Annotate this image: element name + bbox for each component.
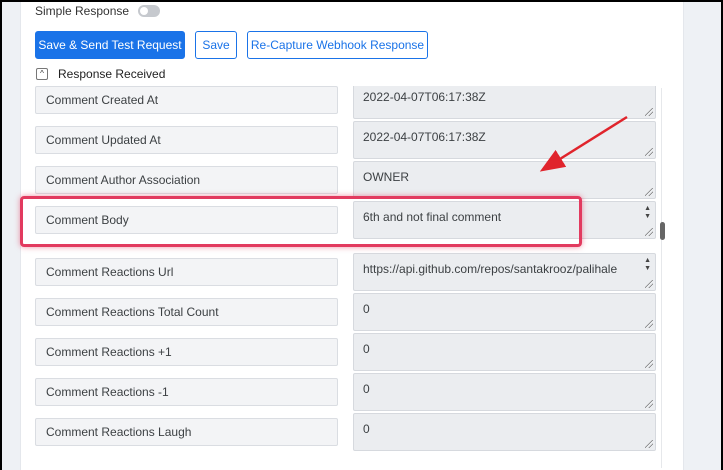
response-received-label: Response Received bbox=[58, 67, 166, 81]
field-value[interactable]: https://api.github.com/repos/santakrooz/… bbox=[353, 253, 656, 291]
field-value[interactable]: 0 bbox=[353, 293, 656, 331]
field-value-text: 0 bbox=[363, 342, 370, 356]
spinner-icon[interactable]: ▲ ▼ bbox=[644, 257, 651, 273]
field-value-text: 0 bbox=[363, 422, 370, 436]
recapture-webhook-response-button[interactable]: Re-Capture Webhook Response bbox=[247, 31, 428, 59]
resize-handle-icon[interactable] bbox=[645, 440, 653, 448]
field-label: Comment Author Association bbox=[35, 166, 338, 194]
simple-response-toggle[interactable] bbox=[138, 5, 161, 17]
vertical-scrollbar-track[interactable] bbox=[661, 88, 667, 468]
field-value[interactable]: 0 bbox=[353, 373, 656, 411]
field-label: Comment Body bbox=[35, 206, 338, 234]
resize-handle-icon[interactable] bbox=[645, 280, 653, 288]
spinner-down-icon[interactable]: ▼ bbox=[644, 265, 651, 273]
field-row: Comment Author Association OWNER bbox=[35, 161, 667, 199]
field-value[interactable]: OWNER bbox=[353, 161, 656, 199]
save-send-test-request-button[interactable]: Save & Send Test Request bbox=[35, 31, 185, 59]
resize-handle-icon[interactable] bbox=[645, 228, 653, 236]
field-value[interactable]: 0 bbox=[353, 413, 656, 451]
resize-handle-icon[interactable] bbox=[645, 188, 653, 196]
field-row: Comment Reactions -1 0 bbox=[35, 373, 667, 411]
response-received-header[interactable]: ^ Response Received bbox=[36, 67, 165, 81]
field-row: Comment Created At 2022-04-07T06:17:38Z bbox=[35, 86, 667, 119]
field-label: Comment Reactions Url bbox=[35, 258, 338, 286]
field-label: Comment Updated At bbox=[35, 126, 338, 154]
resize-handle-icon[interactable] bbox=[645, 320, 653, 328]
vertical-scrollbar-thumb[interactable] bbox=[660, 222, 665, 240]
field-value[interactable]: 2022-04-07T06:17:38Z bbox=[353, 86, 656, 119]
spinner-down-icon[interactable]: ▼ bbox=[644, 213, 651, 221]
field-value-text: 2022-04-07T06:17:38Z bbox=[363, 130, 486, 144]
spinner-up-icon[interactable]: ▲ bbox=[644, 205, 651, 213]
spinner-icon[interactable]: ▲ ▼ bbox=[644, 205, 651, 221]
field-row: Comment Reactions +1 0 bbox=[35, 333, 667, 371]
field-value-text: 6th and not final comment bbox=[363, 210, 502, 224]
save-button[interactable]: Save bbox=[195, 31, 237, 59]
field-value[interactable]: 6th and not final comment ▲ ▼ bbox=[353, 201, 656, 239]
field-label: Comment Created At bbox=[35, 86, 338, 114]
field-value-text: https://api.github.com/repos/santakrooz/… bbox=[363, 262, 618, 276]
simple-response-label: Simple Response bbox=[35, 4, 130, 18]
field-value[interactable]: 2022-04-07T06:17:38Z bbox=[353, 121, 656, 159]
field-row: Comment Body 6th and not final comment ▲… bbox=[35, 201, 667, 239]
field-label: Comment Reactions Total Count bbox=[35, 298, 338, 326]
field-label: Comment Reactions +1 bbox=[35, 338, 338, 366]
field-label: Comment Reactions Laugh bbox=[35, 418, 338, 446]
field-value-text: 2022-04-07T06:17:38Z bbox=[363, 90, 486, 104]
resize-handle-icon[interactable] bbox=[645, 400, 653, 408]
response-fields-list: Comment Created At 2022-04-07T06:17:38Z … bbox=[35, 86, 667, 468]
chevron-up-icon[interactable]: ^ bbox=[36, 68, 48, 80]
field-value-text: 0 bbox=[363, 302, 370, 316]
resize-handle-icon[interactable] bbox=[645, 108, 653, 116]
field-row: Comment Updated At 2022-04-07T06:17:38Z bbox=[35, 121, 667, 159]
field-row: Comment Reactions Laugh 0 bbox=[35, 413, 667, 451]
resize-handle-icon[interactable] bbox=[645, 360, 653, 368]
field-value-text: OWNER bbox=[363, 170, 409, 184]
simple-response-row: Simple Response bbox=[35, 3, 161, 19]
field-row: Comment Reactions Total Count 0 bbox=[35, 293, 667, 331]
field-row: Comment Reactions Url https://api.github… bbox=[35, 253, 667, 291]
field-value-text: 0 bbox=[363, 382, 370, 396]
field-value[interactable]: 0 bbox=[353, 333, 656, 371]
spinner-up-icon[interactable]: ▲ bbox=[644, 257, 651, 265]
resize-handle-icon[interactable] bbox=[645, 148, 653, 156]
field-label: Comment Reactions -1 bbox=[35, 378, 338, 406]
